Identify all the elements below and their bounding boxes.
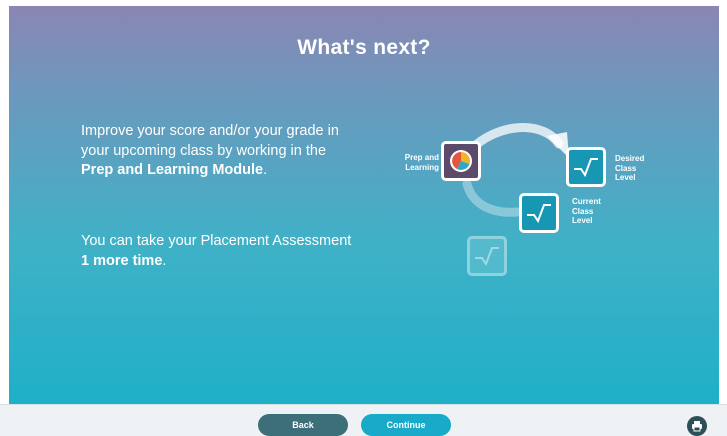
prep-learning-tile: [441, 141, 481, 181]
printer-glyph: [692, 421, 702, 432]
check-graph-icon: [574, 158, 598, 178]
attempts-paragraph: You can take your Placement Assessment 1…: [81, 232, 356, 271]
main-panel: What's next? Improve your score and/or y…: [9, 6, 719, 404]
improve-text: Improve your score and/or your grade in …: [81, 123, 339, 159]
desired-level-tile: [566, 147, 606, 187]
improve-paragraph: Improve your score and/or your grade in …: [81, 122, 356, 181]
improve-text-end: .: [263, 162, 268, 178]
window-right-edge: [719, 0, 727, 436]
current-label: Current Class Level: [572, 197, 601, 225]
check-graph-icon: [475, 247, 499, 267]
current-level-tile: [519, 193, 559, 233]
page-title: What's next?: [297, 36, 431, 59]
progress-diagram: Prep and Learning Desired Class Level Curre…: [369, 106, 669, 296]
window-left-edge: [0, 0, 9, 436]
printer-icon[interactable]: [687, 416, 707, 436]
attempts-count: 1 more time: [81, 252, 163, 269]
continue-button[interactable]: Continue: [361, 414, 451, 436]
ghost-level-tile: [467, 236, 507, 276]
attempts-text-end: .: [162, 252, 167, 269]
pie-chart-icon: [450, 150, 472, 172]
footer-bar: Back Continue: [0, 404, 727, 436]
module-name: Prep and Learning Module: [81, 162, 264, 178]
prep-label: Prep and Learning: [404, 153, 439, 172]
attempts-text: You can take your Placement Assessment: [81, 233, 352, 249]
back-button[interactable]: Back: [258, 414, 348, 436]
check-graph-icon: [527, 204, 551, 224]
desired-label: Desired Class Level: [615, 154, 645, 182]
